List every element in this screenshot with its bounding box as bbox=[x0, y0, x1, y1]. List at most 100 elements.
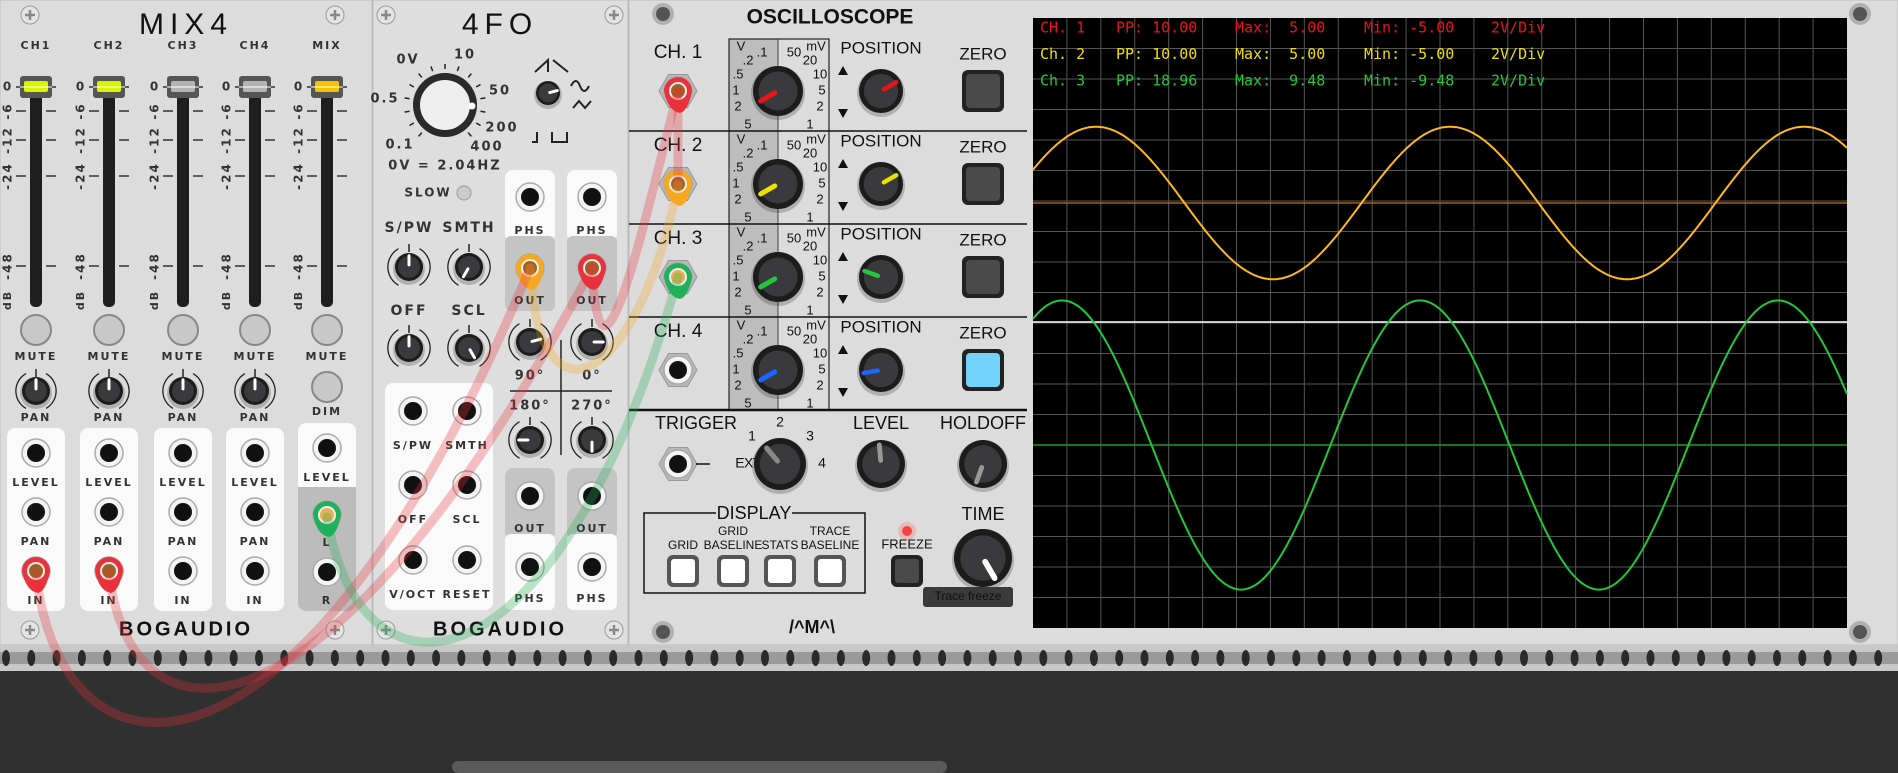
volt-scale-label: 1 bbox=[732, 268, 739, 283]
scale-knob[interactable] bbox=[751, 66, 805, 120]
rail-hole bbox=[1089, 650, 1098, 666]
freeze-button[interactable] bbox=[891, 555, 923, 587]
horizontal-scrollbar[interactable] bbox=[452, 761, 947, 773]
rail-hole bbox=[356, 650, 365, 666]
cv-input-jack[interactable] bbox=[398, 396, 428, 426]
jack-hole bbox=[404, 402, 422, 420]
channel-label: CH3 bbox=[168, 39, 199, 52]
dim-button[interactable] bbox=[311, 371, 343, 403]
pan-knob[interactable] bbox=[167, 377, 199, 409]
param-knob-spw[interactable] bbox=[393, 253, 425, 285]
pan-knob[interactable] bbox=[93, 377, 125, 409]
mute-button[interactable] bbox=[311, 314, 343, 346]
phase-knob[interactable] bbox=[576, 426, 608, 458]
level-label: LEVEL bbox=[303, 471, 351, 484]
rail-hole bbox=[1165, 650, 1174, 666]
param-knob-off[interactable] bbox=[393, 334, 425, 366]
param-knob-smth[interactable] bbox=[453, 253, 485, 285]
input-jack[interactable] bbox=[168, 556, 198, 586]
fader-track[interactable] bbox=[30, 85, 42, 307]
display-toggle-2[interactable] bbox=[717, 555, 749, 587]
input-jack[interactable] bbox=[240, 556, 270, 586]
knob-indicator bbox=[861, 368, 880, 376]
display-toggle-1[interactable] bbox=[667, 555, 699, 587]
stat-pp: PP: 10.00 bbox=[1116, 45, 1197, 63]
level-cv-jack[interactable] bbox=[312, 433, 342, 463]
fader-handle[interactable] bbox=[311, 76, 343, 98]
phase-input-jack[interactable] bbox=[577, 552, 607, 582]
db-label: -6 bbox=[1, 102, 15, 119]
stat-min: Min: -9.48 bbox=[1364, 72, 1454, 90]
trigger-level-knob[interactable] bbox=[855, 440, 907, 492]
out-label: OUT bbox=[514, 522, 546, 535]
position-knob[interactable] bbox=[857, 348, 905, 396]
jack-hole bbox=[669, 455, 687, 473]
level-cv-jack[interactable] bbox=[168, 438, 198, 468]
mute-button[interactable] bbox=[93, 314, 125, 346]
position-knob[interactable] bbox=[857, 255, 905, 303]
db-label: -12 bbox=[292, 126, 306, 154]
mute-button[interactable] bbox=[20, 314, 52, 346]
jack-hole bbox=[583, 188, 601, 206]
db-label: -24 bbox=[148, 162, 162, 190]
pan-knob[interactable] bbox=[20, 377, 52, 409]
pan-cv-jack[interactable] bbox=[21, 497, 51, 527]
mute-button[interactable] bbox=[167, 314, 199, 346]
zero-button[interactable] bbox=[962, 163, 1004, 205]
jack-hole bbox=[246, 503, 264, 521]
pan-cv-jack[interactable] bbox=[240, 497, 270, 527]
phase-input-jack[interactable] bbox=[577, 182, 607, 212]
fader-handle[interactable] bbox=[93, 76, 125, 98]
level-cv-jack[interactable] bbox=[21, 438, 51, 468]
jack-hole bbox=[246, 562, 264, 580]
jack-hole bbox=[27, 444, 45, 462]
slow-toggle-button[interactable] bbox=[456, 185, 472, 201]
cv-input-jack[interactable] bbox=[452, 545, 482, 575]
volt-scale-label: .1 bbox=[757, 44, 768, 59]
rail-hole bbox=[1469, 650, 1478, 666]
output-jack[interactable] bbox=[515, 481, 545, 511]
pan-knob[interactable] bbox=[239, 377, 271, 409]
rail-hole bbox=[204, 650, 213, 666]
trigger-source-knob[interactable] bbox=[752, 438, 808, 494]
pan-cv-jack[interactable] bbox=[168, 497, 198, 527]
jack-hole bbox=[669, 361, 687, 379]
fader-track[interactable] bbox=[177, 85, 189, 307]
zero-button[interactable] bbox=[962, 70, 1004, 112]
module-title: 4FO bbox=[462, 8, 538, 41]
fader-handle[interactable] bbox=[239, 76, 271, 98]
fader-track[interactable] bbox=[103, 85, 115, 307]
phase-input-jack[interactable] bbox=[515, 182, 545, 212]
fader-handle[interactable] bbox=[20, 76, 52, 98]
waveform-knob[interactable] bbox=[534, 81, 562, 109]
zero-button[interactable] bbox=[962, 256, 1004, 298]
phase-knob[interactable] bbox=[514, 426, 546, 458]
mute-button[interactable] bbox=[239, 314, 271, 346]
phase-label: 270° bbox=[571, 399, 613, 414]
param-knob-scl[interactable] bbox=[453, 334, 485, 366]
holdoff-knob[interactable] bbox=[957, 440, 1009, 492]
millivolt-scale-label: 2 bbox=[816, 191, 823, 206]
mute-label: MUTE bbox=[15, 350, 58, 363]
scale-knob[interactable] bbox=[751, 252, 805, 306]
fader-track[interactable] bbox=[321, 85, 333, 307]
hex-screw-icon bbox=[1849, 621, 1871, 643]
fader-handle[interactable] bbox=[167, 76, 199, 98]
zero-button[interactable] bbox=[962, 349, 1004, 391]
pan-cv-jack[interactable] bbox=[94, 497, 124, 527]
level-cv-jack[interactable] bbox=[94, 438, 124, 468]
frequency-knob[interactable] bbox=[413, 73, 477, 137]
scale-knob[interactable] bbox=[751, 345, 805, 399]
db-unit: dB bbox=[220, 290, 233, 310]
fader-track[interactable] bbox=[249, 85, 261, 307]
level-cv-jack[interactable] bbox=[240, 438, 270, 468]
time-knob[interactable] bbox=[952, 529, 1014, 591]
display-toggle-3[interactable] bbox=[764, 555, 796, 587]
position-knob[interactable] bbox=[857, 69, 905, 117]
volt-scale-label: .2 bbox=[743, 331, 754, 346]
position-knob[interactable] bbox=[857, 162, 905, 210]
scale-knob[interactable] bbox=[751, 159, 805, 213]
frequency-readout: 0V = 2.04HZ bbox=[388, 159, 501, 174]
display-toggle-4[interactable] bbox=[814, 555, 846, 587]
scope-screen: CH. 1 PP: 10.00 Max: 5.00 Min: -5.00 2V/Div C… bbox=[1032, 18, 1848, 628]
